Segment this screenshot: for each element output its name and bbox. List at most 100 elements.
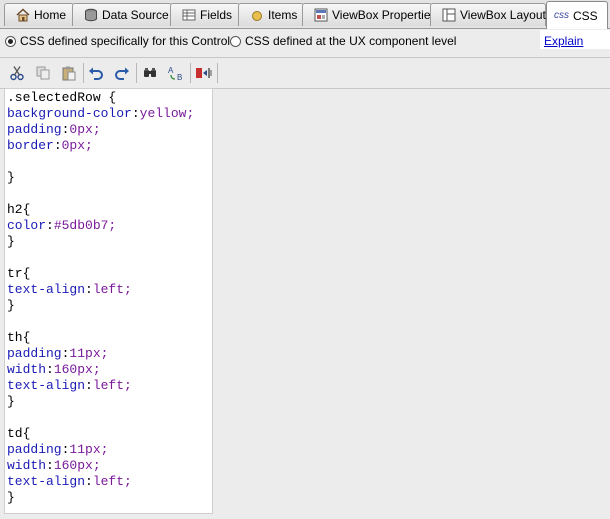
copy-icon [36, 66, 50, 80]
items-icon [250, 8, 264, 22]
home-icon [16, 8, 30, 22]
find-icon [144, 68, 156, 77]
css-property: width [7, 458, 47, 473]
cut-icon [10, 66, 24, 81]
tab-items[interactable]: Items [238, 3, 304, 26]
code-line: } [7, 394, 212, 410]
code-line: text-align:left; [7, 474, 212, 490]
css-selector: } [7, 394, 15, 409]
undo-button[interactable] [87, 64, 105, 82]
replace-button[interactable]: AB [167, 64, 185, 82]
toolbar-separator [190, 63, 191, 83]
css-value: 0px; [69, 122, 101, 137]
radio-selected-indicator[interactable] [5, 35, 16, 47]
tab-label: Home [34, 8, 67, 22]
css-value: 11px; [69, 442, 109, 457]
tab-label: CSS [573, 8, 598, 23]
cut-button[interactable] [8, 64, 26, 82]
css-property: border [7, 138, 54, 153]
code-line: background-color:yellow; [7, 106, 212, 122]
properties-icon [314, 8, 328, 22]
code-line: td{ [7, 426, 212, 442]
insert-icon [196, 68, 212, 78]
component-css-radio[interactable]: CSS defined at the UX component level [230, 34, 456, 48]
css-value: left; [92, 378, 132, 393]
tab-viewbox-properties[interactable]: ViewBox Properties [302, 3, 437, 26]
css-colon: : [46, 458, 54, 473]
find-button[interactable] [141, 64, 159, 82]
tab-fields[interactable]: Fields [170, 3, 240, 26]
css-colon: : [46, 218, 54, 233]
redo-button[interactable] [113, 64, 131, 82]
paste-button[interactable] [60, 64, 78, 82]
css-colon: : [46, 362, 54, 377]
css-property: color [7, 218, 47, 233]
control-css-radio[interactable]: CSS defined specifically for this Contro… [5, 34, 230, 48]
css-property: padding [7, 442, 62, 457]
code-line: } [7, 234, 212, 250]
css-value: 160px; [53, 362, 101, 377]
css-selector: tr{ [7, 266, 31, 281]
css-value: 11px; [69, 346, 109, 361]
css-colon: : [85, 474, 93, 489]
code-line: padding:11px; [7, 346, 212, 362]
tab-data-source[interactable]: Data Source [72, 3, 172, 26]
code-line: h2{ [7, 202, 212, 218]
database-icon [84, 8, 98, 22]
code-line: th{ [7, 330, 212, 346]
css-value: left; [92, 474, 132, 489]
css-scope-options: CSS defined specifically for this Contro… [0, 29, 610, 53]
css-property: width [7, 362, 47, 377]
code-line: tr{ [7, 266, 212, 282]
tab-home[interactable]: Home [4, 3, 74, 26]
code-line: } [7, 490, 212, 506]
tab-label: ViewBox Layout [460, 8, 546, 22]
layout-icon [442, 8, 456, 22]
code-line: text-align:left; [7, 282, 212, 298]
code-line: padding:11px; [7, 442, 212, 458]
css-value: left; [92, 282, 132, 297]
css-code[interactable]: .selectedRow {background-color:yellow; pa… [5, 89, 212, 506]
code-line: width:160px; [7, 458, 212, 474]
copy-button[interactable] [34, 64, 52, 82]
code-line: padding:0px; [7, 122, 212, 138]
insert-button[interactable] [195, 64, 213, 82]
tab-label: ViewBox Properties [332, 8, 437, 22]
code-line: } [7, 298, 212, 314]
redo-icon [115, 67, 129, 80]
css-selector: .selectedRow { [7, 90, 117, 105]
css-colon: : [131, 106, 140, 121]
component-css-label: CSS defined at the UX component level [245, 34, 457, 48]
css-value: yellow; [139, 106, 195, 121]
css-icon: css [554, 10, 569, 21]
code-line: .selectedRow { [7, 90, 212, 106]
css-property: text-align [7, 474, 86, 489]
css-property: padding [7, 122, 62, 137]
explain-link[interactable]: Explain [544, 34, 583, 48]
editor-toolbar: AB [0, 57, 610, 89]
css-code-editor[interactable]: .selectedRow {background-color:yellow; pa… [4, 88, 213, 514]
css-colon: : [85, 282, 93, 297]
svg-text:B: B [177, 73, 182, 82]
css-property: background-color [7, 106, 132, 121]
paste-icon [62, 66, 76, 81]
css-colon: : [85, 378, 93, 393]
code-line: width:160px; [7, 362, 212, 378]
tab-css[interactable]: css CSS [546, 1, 608, 29]
css-selector: h2{ [7, 202, 31, 217]
css-property: padding [7, 346, 62, 361]
code-line: } [7, 170, 212, 186]
css-property: text-align [7, 282, 86, 297]
control-css-label: CSS defined specifically for this Contro… [20, 34, 231, 48]
css-value: 0px; [61, 138, 93, 153]
css-colon: : [53, 138, 62, 153]
fields-icon [182, 8, 196, 22]
code-line: color:#5db0b7; [7, 218, 212, 234]
tab-bar: Home Data Source Fields Items ViewBox Pr… [0, 0, 610, 29]
tab-viewbox-layout[interactable]: ViewBox Layout [430, 3, 546, 26]
radio-indicator[interactable] [230, 35, 241, 47]
css-selector: } [7, 234, 15, 249]
